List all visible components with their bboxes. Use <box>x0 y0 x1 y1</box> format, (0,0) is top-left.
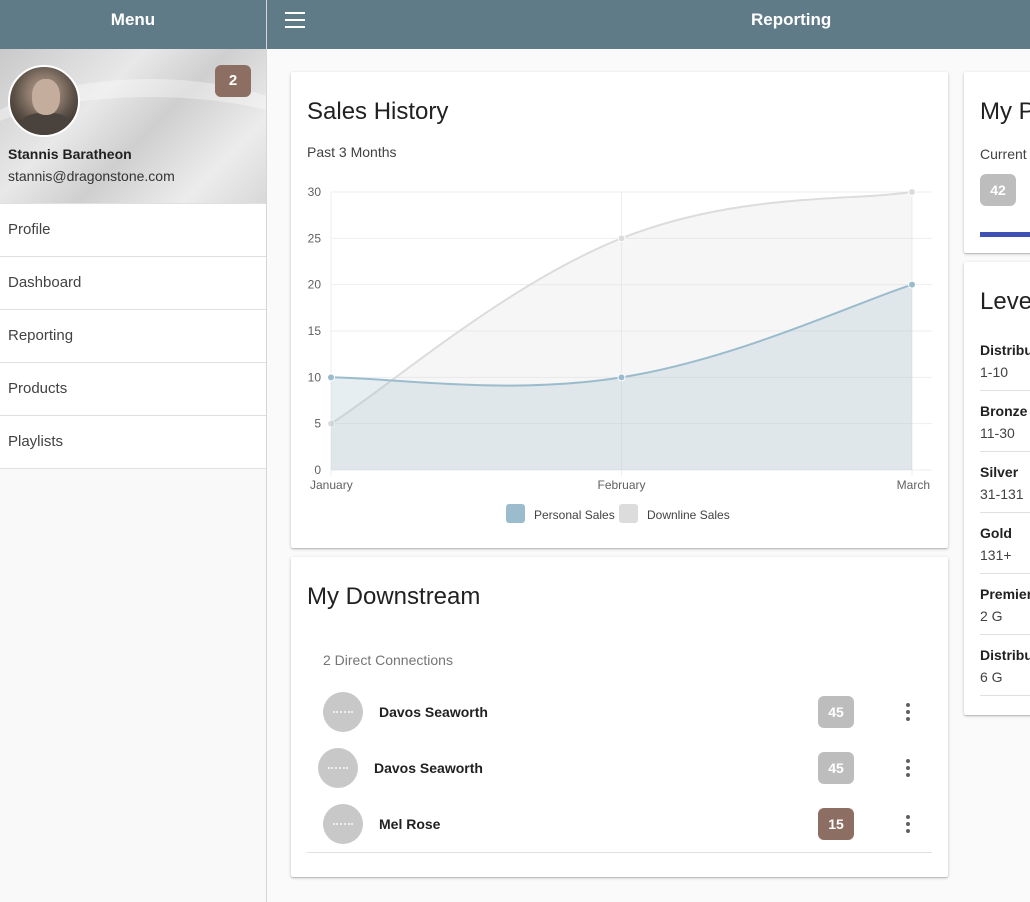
y-tick-label: 15 <box>308 324 322 338</box>
points-card: My P Current 42 <box>964 72 1030 253</box>
sales-history-title: Sales History <box>307 98 449 125</box>
level-range: 131+ <box>980 547 1012 563</box>
data-point <box>617 373 626 382</box>
y-tick-label: 30 <box>308 185 322 199</box>
levels-card: Leve Distribu 1-10 Bronze 11-30 Silver 3… <box>964 262 1030 715</box>
downstream-title: My Downstream <box>307 583 481 610</box>
legend-label: Personal Sales <box>534 508 615 522</box>
level-range: 2 G <box>980 608 1003 624</box>
more-vert-icon[interactable] <box>904 759 912 777</box>
level-item: Gold 131+ <box>980 513 1030 574</box>
avatar <box>323 804 363 844</box>
avatar <box>323 692 363 732</box>
hamburger-icon[interactable] <box>285 12 305 28</box>
connection-count-badge: 45 <box>818 752 854 784</box>
avatar <box>318 748 358 788</box>
connection-count-badge: 45 <box>818 696 854 728</box>
y-tick-label: 10 <box>308 370 322 384</box>
levels-title: Leve <box>980 288 1030 315</box>
connection-name: Mel Rose <box>379 816 441 832</box>
y-tick-label: 20 <box>308 278 322 292</box>
level-item: Distribu 1-10 <box>980 330 1030 391</box>
sales-history-chart: 0 5 10 15 20 25 30 January February March Personal… <box>308 185 932 523</box>
level-range: 11-30 <box>980 425 1015 441</box>
downstream-subtitle: 2 Direct Connections <box>323 652 453 668</box>
list-item[interactable]: Davos Seaworth 45 <box>307 740 932 796</box>
sidebar-item-products[interactable]: Products <box>0 363 266 416</box>
level-name: Premier <box>980 586 1030 602</box>
connection-name: Davos Seaworth <box>379 704 488 720</box>
level-item: Bronze 11-30 <box>980 391 1030 452</box>
connection-count-badge: 15 <box>818 808 854 840</box>
points-current-label: Current <box>980 146 1027 162</box>
level-name: Bronze <box>980 403 1028 419</box>
data-point <box>327 373 335 382</box>
points-progress-bar <box>980 232 1030 237</box>
y-tick-label: 5 <box>314 417 321 431</box>
list-item[interactable]: Davos Seaworth 45 <box>307 684 932 740</box>
top-bar: Reporting <box>267 0 1030 49</box>
sidebar-item-dashboard[interactable]: Dashboard <box>0 257 266 310</box>
sales-history-subtitle: Past 3 Months <box>307 144 397 160</box>
sidebar-title: Menu <box>0 0 266 49</box>
level-item: Distribu 6 G <box>980 635 1030 696</box>
list-item[interactable]: Mel Rose 15 <box>307 796 932 852</box>
legend-label: Downline Sales <box>647 508 730 522</box>
notification-badge[interactable]: 2 <box>215 65 251 97</box>
level-name: Silver <box>980 464 1019 480</box>
sidebar: Menu 2 Stannis Baratheon stannis@dragons… <box>0 0 267 902</box>
more-vert-icon[interactable] <box>904 703 912 721</box>
level-name: Gold <box>980 525 1012 541</box>
data-point <box>908 280 916 289</box>
sidebar-item-profile[interactable]: Profile <box>0 204 266 257</box>
sales-history-card: Sales History Past 3 Months 0 5 10 15 20 25 30… <box>291 72 948 548</box>
profile-name: Stannis Baratheon <box>8 146 132 162</box>
profile-email: stannis@dragonstone.com <box>8 168 175 184</box>
page-title: Reporting <box>751 10 832 29</box>
y-tick-label: 0 <box>314 463 321 477</box>
x-tick-label: February <box>597 478 645 492</box>
level-range: 6 G <box>980 669 1003 685</box>
legend-swatch <box>506 504 525 523</box>
connection-name: Davos Seaworth <box>374 760 483 776</box>
points-title: My P <box>980 98 1030 125</box>
level-item: Premier 2 G <box>980 574 1030 635</box>
level-name: Distribu <box>980 342 1030 358</box>
level-range: 31-131 <box>980 486 1024 502</box>
level-name: Distribu <box>980 647 1030 663</box>
level-range: 1-10 <box>980 364 1009 380</box>
user-avatar[interactable] <box>8 65 80 137</box>
sidebar-item-reporting[interactable]: Reporting <box>0 310 266 363</box>
sidebar-item-playlists[interactable]: Playlists <box>0 416 266 469</box>
x-tick-label: January <box>310 478 353 492</box>
more-vert-icon[interactable] <box>904 815 912 833</box>
level-item: Silver 31-131 <box>980 452 1030 513</box>
y-tick-label: 25 <box>308 231 322 245</box>
x-tick-label: March <box>897 478 930 492</box>
data-point <box>617 234 626 243</box>
data-point <box>908 188 916 196</box>
profile-panel: 2 Stannis Baratheon stannis@dragonstone.… <box>0 49 266 204</box>
points-badge: 42 <box>980 174 1016 206</box>
divider <box>307 852 932 853</box>
legend-swatch <box>619 504 638 523</box>
downstream-card: My Downstream 2 Direct Connections Davos… <box>291 557 948 877</box>
